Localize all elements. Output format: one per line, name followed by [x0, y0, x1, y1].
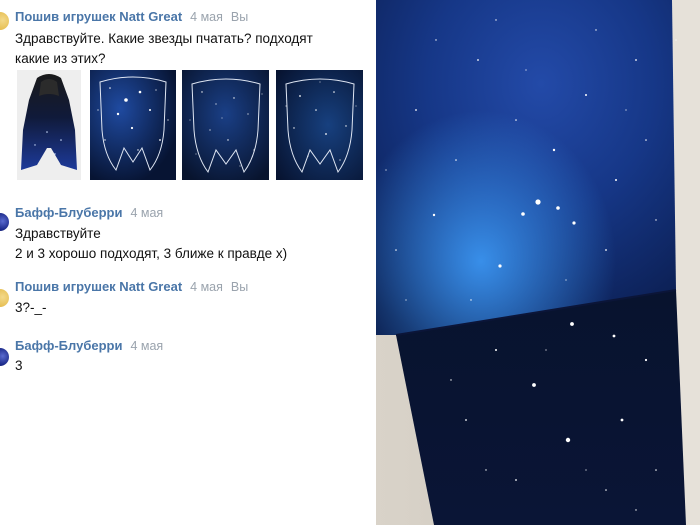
avatar[interactable] [0, 289, 9, 307]
author-name[interactable]: Бафф-Блуберри [15, 205, 122, 220]
avatar[interactable] [0, 213, 9, 231]
message-time[interactable]: 4 мая [190, 280, 223, 294]
attachment-image[interactable] [17, 70, 81, 180]
author-name[interactable]: Пошив игрушек Natt Great [15, 279, 182, 294]
message-text: 3?-_- [15, 298, 47, 318]
message-header: Бафф-Блуберри 4 мая [15, 338, 163, 353]
fabric-photo [376, 0, 700, 525]
avatar[interactable] [0, 12, 9, 30]
chat-panel: Пошив игрушек Natt Great 4 мая Вы Здравств… [0, 0, 372, 525]
sender-you-label: Вы [230, 10, 249, 24]
attachment-image[interactable] [90, 70, 176, 180]
message-line: 3 [15, 358, 23, 373]
sender-you-label: Вы [230, 280, 249, 294]
message-header: Пошив игрушек Natt Great 4 мая Вы [15, 279, 248, 294]
message-line: какие из этих? [15, 51, 106, 66]
message-text: 3 [15, 356, 23, 376]
message-header: Бафф-Блуберри 4 мая [15, 205, 163, 220]
attachment-image[interactable] [182, 70, 269, 180]
message-time[interactable]: 4 мая [130, 206, 163, 220]
author-name[interactable]: Пошив игрушек Natt Great [15, 9, 182, 24]
message-text: Здравствуйте 2 и 3 хорошо подходят, 3 бл… [15, 224, 287, 264]
avatar[interactable] [0, 348, 9, 366]
message-line: 2 и 3 хорошо подходят, 3 ближе к правде … [15, 246, 288, 261]
message-text: Здравствуйте. Какие звезды пчатать? подх… [15, 29, 313, 69]
message-line: 3?-_- [15, 300, 47, 315]
attachment-image[interactable] [276, 70, 363, 180]
message-header: Пошив игрушек Natt Great 4 мая Вы [15, 9, 248, 24]
message-line: Здравствуйте. Какие звезды пчатать? подх… [15, 31, 313, 46]
author-name[interactable]: Бафф-Блуберри [15, 338, 122, 353]
message-time[interactable]: 4 мая [190, 10, 223, 24]
message-time[interactable]: 4 мая [130, 339, 163, 353]
message-line: Здравствуйте [15, 226, 101, 241]
